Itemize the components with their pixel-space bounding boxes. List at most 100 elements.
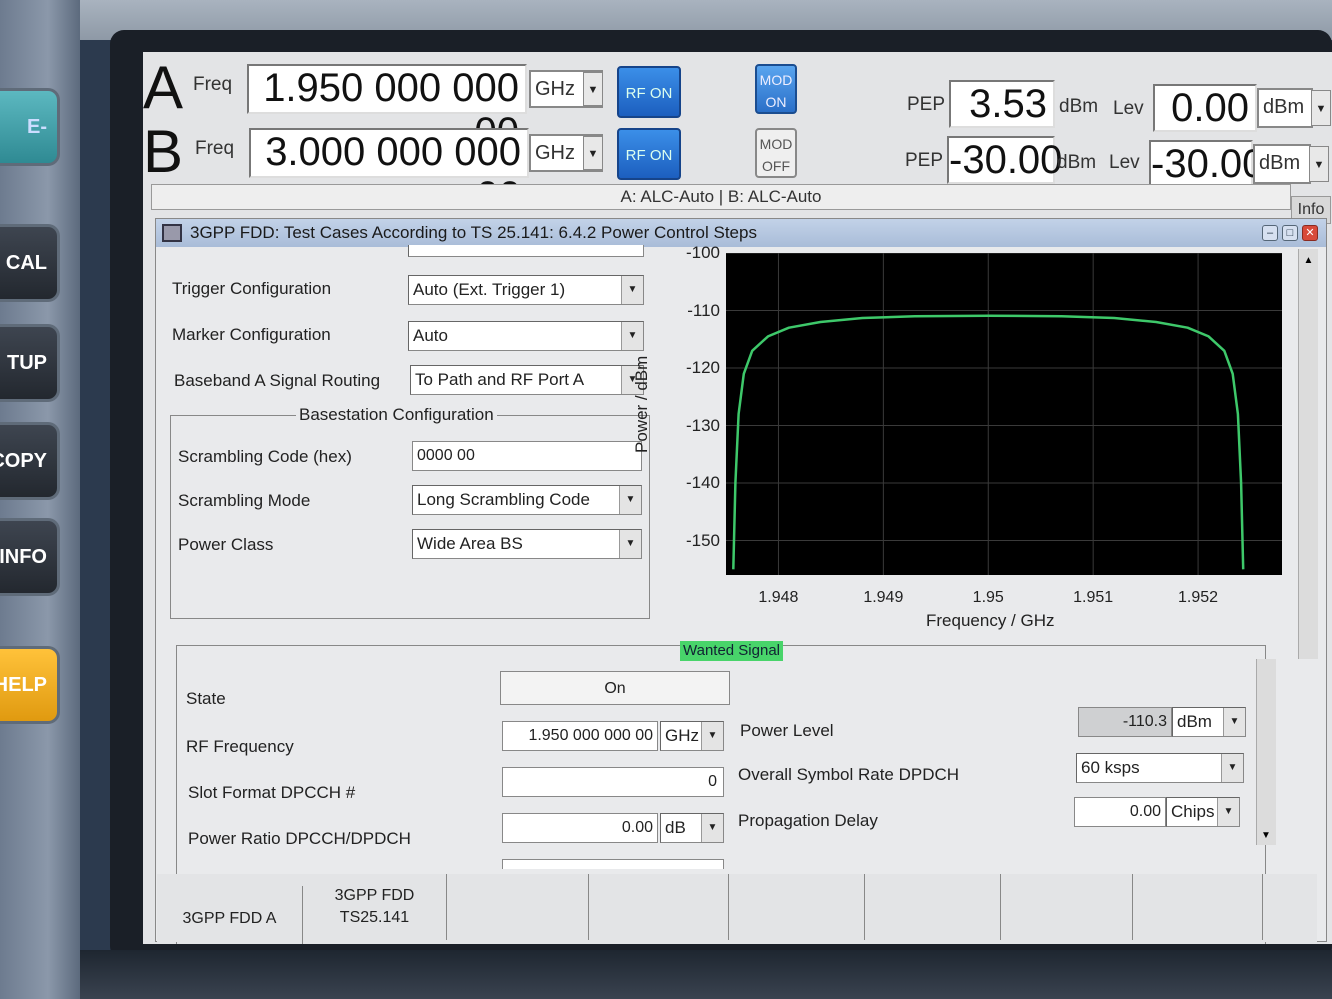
chevron-down-icon[interactable]: ▼ xyxy=(1309,146,1329,182)
x-tick-label: 1.952 xyxy=(1178,589,1219,606)
select-value: Chips xyxy=(1171,802,1215,821)
mod-state: ON xyxy=(765,94,787,110)
chevron-down-icon: ▼ xyxy=(1221,754,1243,782)
scroll-down-icon[interactable]: ▼ xyxy=(1257,830,1275,841)
hidden-row-combo[interactable] xyxy=(408,245,644,257)
dialog-window-icon xyxy=(162,224,182,242)
power-level-unit-select[interactable]: dBm ▼ xyxy=(1172,707,1246,737)
y-tick-label: -140 xyxy=(685,473,720,492)
scroll-up-icon[interactable]: ▲ xyxy=(1299,255,1318,266)
mod-off-b-button[interactable]: MOD OFF xyxy=(755,128,797,178)
chart-x-axis-label: Frequency / GHz xyxy=(926,611,1055,630)
chevron-down-icon: ▼ xyxy=(701,722,723,750)
chevron-down-icon: ▼ xyxy=(621,276,643,304)
scrambling-code-label: Scrambling Code (hex) xyxy=(178,447,352,466)
close-icon[interactable]: ✕ xyxy=(1302,225,1318,241)
baseband-routing-label: Baseband A Signal Routing xyxy=(174,371,381,390)
baseband-routing-select[interactable]: To Path and RF Port A ▼ xyxy=(410,365,644,395)
scrambling-code-input[interactable]: 0000 00 xyxy=(412,441,642,471)
freq-a-field[interactable]: 1.950 000 000 00 xyxy=(247,64,527,154)
maximize-icon[interactable]: □ xyxy=(1282,225,1298,241)
power-ratio-unit-select[interactable]: dB ▼ xyxy=(660,813,724,843)
path-a-header: A Freq 1.950 000 000 00 GHz ▼ RF ON MOD O… xyxy=(143,54,1332,154)
slot-format-input[interactable]: 0 xyxy=(502,767,724,797)
dialog-scrollbar-top[interactable]: ▲ xyxy=(1298,249,1318,659)
dialog-title: 3GPP FDD: Test Cases According to TS 25.… xyxy=(190,223,757,242)
trigger-config-select[interactable]: Auto (Ext. Trigger 1) ▼ xyxy=(408,275,644,305)
tab-label-line1: 3GPP FDD xyxy=(334,887,415,904)
hw-key-label: INFO xyxy=(0,545,47,568)
pep-b-unit: dBm xyxy=(1057,152,1097,173)
select-value: To Path and RF Port A xyxy=(415,370,585,389)
power-ratio-input[interactable]: 0.00 xyxy=(502,813,658,843)
device-bezel-bottom xyxy=(80,950,1332,999)
hw-key-hcopy[interactable]: COPY xyxy=(0,422,60,500)
propagation-delay-unit-select[interactable]: Chips ▼ xyxy=(1166,797,1240,827)
hw-key-help[interactable]: HELP xyxy=(0,646,60,724)
rf-frequency-unit-select[interactable]: GHz ▼ xyxy=(660,721,724,751)
mod-on-a-button[interactable]: MOD ON xyxy=(755,64,797,114)
y-tick-label: -150 xyxy=(685,530,720,550)
symbol-rate-select[interactable]: 60 ksps ▼ xyxy=(1076,753,1244,783)
marker-config-select[interactable]: Auto ▼ xyxy=(408,321,644,351)
hw-key-label: CAL xyxy=(5,251,47,274)
tab-empty-5[interactable] xyxy=(729,874,865,940)
mod-state: OFF xyxy=(762,158,790,174)
path-b-letter: B xyxy=(143,118,184,185)
freq-b-field[interactable]: 3.000 000 000 00 xyxy=(249,128,529,218)
hw-key-setup[interactable]: TUP xyxy=(0,324,60,402)
power-class-select[interactable]: Wide Area BS ▼ xyxy=(412,529,642,559)
select-value: dBm xyxy=(1177,712,1212,731)
lev-b-field[interactable]: -30.00 xyxy=(1149,140,1264,188)
mod-label: MOD xyxy=(759,136,793,152)
unit-label: dBm xyxy=(1263,96,1305,118)
x-tick-label: 1.948 xyxy=(758,589,799,606)
chevron-down-icon[interactable]: ▼ xyxy=(1311,90,1331,126)
test-case-dialog: 3GPP FDD: Test Cases According to TS 25.… xyxy=(155,218,1327,944)
tab-empty-4[interactable] xyxy=(589,874,729,940)
tab-empty-6[interactable] xyxy=(865,874,1001,940)
path-a-letter: A xyxy=(143,54,184,121)
tab-3gpp-fdd-ts25141[interactable]: 3GPP FDD TS25.141 xyxy=(303,874,447,940)
state-toggle[interactable]: On xyxy=(500,671,730,705)
lev-b-label: Lev xyxy=(1109,152,1140,173)
y-tick-label: -100 xyxy=(685,243,720,262)
hw-key-cal[interactable]: CAL xyxy=(0,224,60,302)
scrambling-mode-label: Scrambling Mode xyxy=(178,491,311,510)
hw-key-info[interactable]: INFO xyxy=(0,518,60,596)
unit-label: dBm xyxy=(1259,152,1301,174)
lev-b-unit[interactable]: dBm xyxy=(1253,144,1311,184)
power-ratio-label: Power Ratio DPCCH/DPDCH xyxy=(188,829,411,848)
rf-frequency-input[interactable]: 1.950 000 000 00 xyxy=(502,721,658,751)
tab-empty-8[interactable] xyxy=(1133,874,1263,940)
rf-frequency-label: RF Frequency xyxy=(186,737,294,756)
propagation-delay-label: Propagation Delay xyxy=(738,811,878,830)
chevron-down-icon[interactable]: ▼ xyxy=(583,72,603,106)
freq-a-label: Freq xyxy=(193,74,233,95)
chevron-down-icon: ▼ xyxy=(701,814,723,842)
dialog-scrollbar-bottom[interactable]: ▼ xyxy=(1256,659,1276,845)
tab-label: 3GPP FDD A xyxy=(182,910,277,927)
rf-on-a-button[interactable]: RF ON xyxy=(617,66,681,118)
tab-3gpp-fdd-a[interactable]: 3GPP FDD A xyxy=(157,886,303,944)
state-label: State xyxy=(186,689,226,708)
spectrum-plot xyxy=(726,252,1282,575)
select-value: Auto xyxy=(413,326,448,345)
pep-b-value: -30.00 xyxy=(947,136,1063,184)
scrambling-mode-select[interactable]: Long Scrambling Code ▼ xyxy=(412,485,642,515)
hw-key-file[interactable]: E- xyxy=(0,88,60,166)
freq-b-label: Freq xyxy=(195,138,235,159)
rf-on-b-button[interactable]: RF ON xyxy=(617,128,681,180)
x-tick-label: 1.949 xyxy=(863,589,904,606)
unit-label: GHz xyxy=(535,142,575,164)
hidden-row-input[interactable] xyxy=(502,859,724,869)
propagation-delay-input[interactable]: 0.00 xyxy=(1074,797,1166,827)
chevron-down-icon[interactable]: ▼ xyxy=(583,136,603,170)
chevron-down-icon: ▼ xyxy=(1223,708,1245,736)
minimize-icon[interactable]: – xyxy=(1262,225,1278,241)
hw-key-label: TUP xyxy=(7,351,47,374)
power-level-label: Power Level xyxy=(740,721,834,740)
tab-empty-3[interactable] xyxy=(447,874,589,940)
tab-empty-7[interactable] xyxy=(1001,874,1133,940)
softkey-tab-bar: 3GPP FDD A 3GPP FDD TS25.141 xyxy=(157,874,1317,944)
